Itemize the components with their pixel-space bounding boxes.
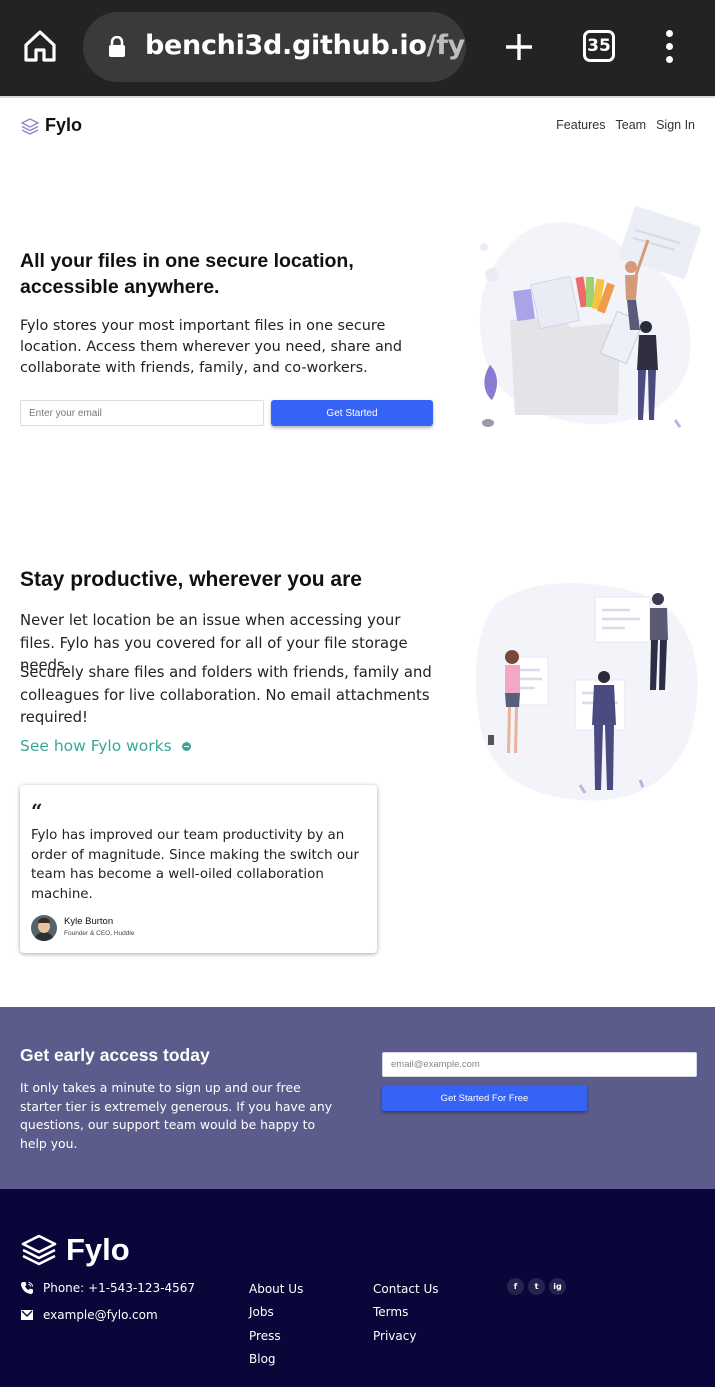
quote-icon: “ (31, 799, 43, 823)
see-how-label: See how Fylo works (20, 737, 172, 755)
footer-logo[interactable]: Fylo (20, 1232, 130, 1268)
hero-title: All your files in one secure location, a… (20, 250, 354, 298)
footer-link-press[interactable]: Press (249, 1328, 303, 1345)
mail-icon (21, 1310, 33, 1320)
footer-link-about-us[interactable]: About Us (249, 1281, 303, 1298)
avatar (31, 915, 57, 941)
instagram-icon[interactable]: ig (549, 1278, 566, 1295)
see-how-link[interactable]: See how Fylo works (20, 737, 191, 755)
testimonial-name: Kyle Burton (64, 916, 114, 927)
lock-icon (109, 36, 125, 57)
footer-links-col-1: About Us Jobs Press Blog (249, 1281, 303, 1368)
footer-logo-text: Fylo (66, 1232, 130, 1267)
early-access-section: Get early access today It only takes a m… (0, 1007, 715, 1189)
footer-links-col-2: Contact Us Terms Privacy (373, 1281, 439, 1345)
testimonial-card: “ Fylo has improved our team productivit… (20, 785, 377, 953)
facebook-icon[interactable]: f (507, 1278, 524, 1295)
footer-link-jobs[interactable]: Jobs (249, 1304, 303, 1321)
nav-logo[interactable]: Fylo (20, 115, 82, 136)
arrow-circle-icon (181, 741, 191, 751)
footer-phone[interactable]: Phone: +1-543-123-4567 (20, 1281, 195, 1295)
toolbar-divider (0, 96, 715, 98)
social-links: f t ig (507, 1278, 566, 1295)
fylo-logo-icon (20, 117, 40, 135)
browser-toolbar: benchi3d.github.io/fylo- 35 (0, 0, 715, 96)
overflow-menu-icon[interactable] (662, 30, 676, 64)
tab-count-button[interactable]: 35 (583, 30, 615, 62)
footer: Fylo Phone: +1-543-123-4567 example@fylo… (0, 1189, 715, 1387)
nav-links: Features Team Sign In (556, 118, 695, 132)
footer-link-contact-us[interactable]: Contact Us (373, 1281, 439, 1298)
early-access-title: Get early access today (20, 1045, 210, 1065)
twitter-icon[interactable]: t (528, 1278, 545, 1295)
get-started-button[interactable]: Get Started (271, 400, 433, 426)
nav-link-sign-in[interactable]: Sign In (656, 118, 695, 132)
url-path: /fylo- (426, 30, 466, 61)
early-access-text: It only takes a minute to sign up and ou… (20, 1080, 333, 1151)
early-access-email-input[interactable] (382, 1052, 697, 1077)
url-host: benchi3d.github.io (145, 30, 427, 61)
nav-link-team[interactable]: Team (616, 118, 647, 132)
footer-phone-text: Phone: +1-543-123-4567 (43, 1281, 196, 1295)
new-tab-icon[interactable] (503, 31, 535, 63)
footer-email-text: example@fylo.com (43, 1308, 158, 1322)
hero-description: Fylo stores your most important files in… (20, 318, 403, 376)
hero-illustration (479, 206, 701, 428)
url-text: benchi3d.github.io/fylo- (145, 30, 466, 61)
footer-link-blog[interactable]: Blog (249, 1351, 303, 1368)
productivity-illustration (475, 583, 698, 801)
footer-email[interactable]: example@fylo.com (20, 1308, 158, 1322)
fylo-logo-icon (21, 1234, 57, 1266)
nav-logo-text: Fylo (45, 115, 83, 135)
home-icon[interactable] (22, 28, 58, 64)
footer-link-terms[interactable]: Terms (373, 1304, 439, 1321)
testimonial-text: Fylo has improved our team productivity … (31, 828, 360, 902)
get-started-free-button[interactable]: Get Started For Free (382, 1085, 587, 1111)
hero-email-input[interactable] (20, 400, 264, 426)
footer-link-privacy[interactable]: Privacy (373, 1328, 439, 1345)
testimonial-role: Founder & CEO, Huddle (64, 930, 135, 937)
productive-title: Stay productive, wherever you are (20, 568, 362, 591)
nav-link-features[interactable]: Features (556, 118, 605, 132)
phone-icon (21, 1282, 33, 1294)
productive-paragraph-2: Securely share files and folders with fr… (20, 664, 432, 726)
address-bar[interactable]: benchi3d.github.io/fylo- (83, 12, 466, 82)
